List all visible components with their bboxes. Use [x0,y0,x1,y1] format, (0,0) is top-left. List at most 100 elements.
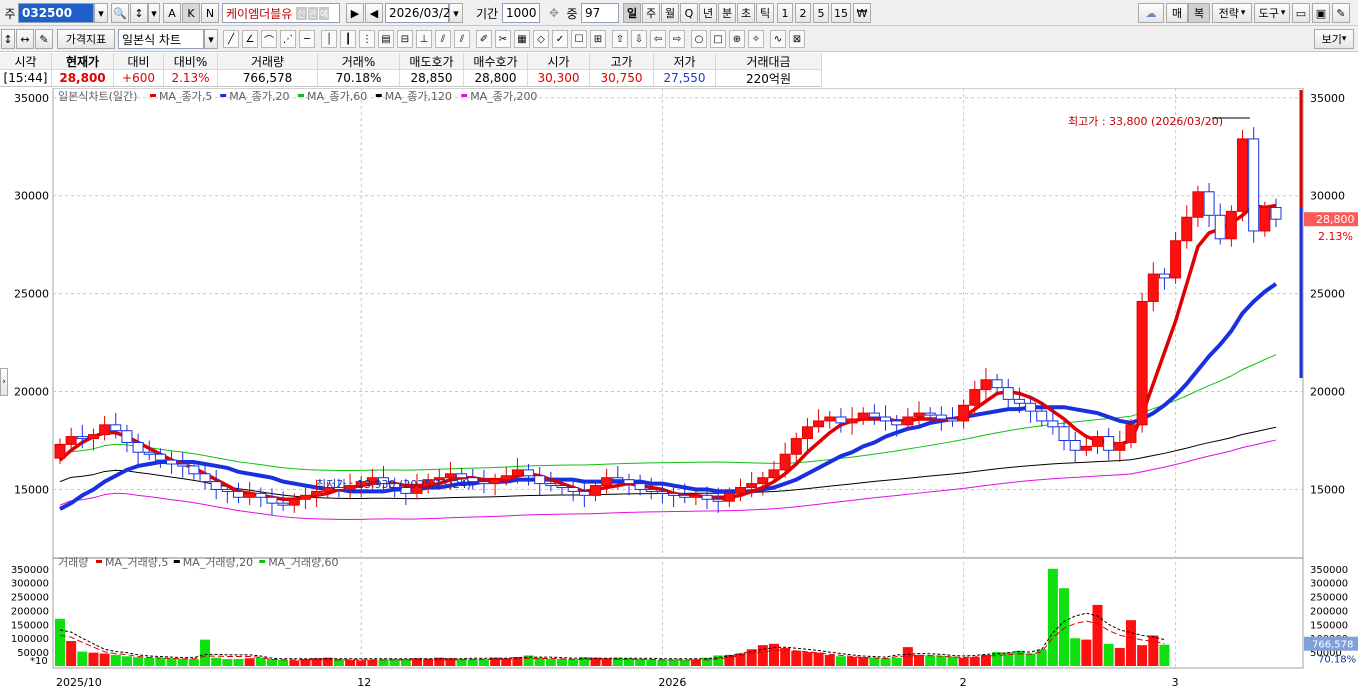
strategy-button[interactable]: 전략 ▾ [1212,3,1252,23]
fan-tool-icon[interactable]: ⋰ [280,30,296,48]
interval-tab-1[interactable]: 1 [777,3,793,23]
search-icon[interactable]: 🔍 [111,3,129,23]
magnifier-tool-icon[interactable]: ⊕ [729,30,745,48]
quote-header-volume: 거래량 [218,53,318,70]
down-tool-icon[interactable]: ⇩ [631,30,647,48]
interval-tab-second[interactable]: 초 [737,3,755,23]
frame-tool-icon[interactable]: ⊞ [590,30,606,48]
sort-dropdown-icon[interactable]: ▾ [148,3,160,23]
square-tool-icon[interactable]: □ [710,30,726,48]
chart-type-dropdown-icon[interactable]: ▾ [204,29,218,49]
right-tool-icon[interactable]: ⇨ [669,30,685,48]
rect-tool-icon[interactable]: ☐ [571,30,587,48]
interval-tab-2[interactable]: 2 [795,3,811,23]
quote-value-high: 30,750 [590,70,654,87]
angle-tool-icon[interactable]: ∠ [242,30,258,48]
volume-bar [356,660,367,666]
interval-tab-week[interactable]: 주 [642,3,660,23]
volume-bar [1148,635,1159,666]
box-tool-icon[interactable]: ⊟ [397,30,413,48]
up-tool-icon[interactable]: ⇧ [612,30,628,48]
candle-body [1025,402,1037,412]
zoom-input[interactable]: 97 [581,3,619,23]
view-button[interactable]: 보기 ▾ [1314,29,1354,49]
stock-code-input[interactable]: 032500 [18,3,94,23]
candle-body [143,451,155,455]
price-indicator-button[interactable]: 가격지표 [57,29,115,49]
hline-tool-icon[interactable]: ─ [299,30,315,48]
parallel2-tool-icon[interactable]: ⫽ [454,30,470,48]
mode-n-button[interactable]: N [201,3,219,23]
check-tool-icon[interactable]: ✓ [552,30,568,48]
clear-tool-icon[interactable]: ⊠ [789,30,805,48]
candle-body [824,416,836,422]
arc-tool-icon[interactable]: ⌒ [261,30,277,48]
circle-tool-icon[interactable]: ○ [691,30,707,48]
horizontal-arrows-icon[interactable]: ↔ [16,29,34,49]
interval-tab-month[interactable]: 월 [661,3,679,23]
interval-tab-15[interactable]: 15 [831,3,851,23]
save-icon[interactable]: ▣ [1312,3,1330,23]
candle-body [277,502,289,506]
volume-bar [847,656,858,666]
candle-body [99,424,111,436]
buy-button[interactable]: 매 [1166,3,1188,23]
pen-tool-icon[interactable]: ✐ [476,30,492,48]
candle-body [790,438,802,455]
quote-header-time: 시각 [0,53,52,70]
stock-chart[interactable]: 1500020000250003000035000500001000001500… [0,87,1358,692]
play-prev-icon[interactable]: ◀ [365,3,383,23]
volume-bar [1070,638,1081,666]
volume-bar [568,659,579,666]
left-tool-icon[interactable]: ⇦ [650,30,666,48]
mode-k-button[interactable]: K [182,3,200,23]
fibo-tool-icon[interactable]: ⋮ [359,30,375,48]
candle-body [1002,387,1014,400]
interval-tab-day[interactable]: 일 [623,3,641,23]
edit-icon[interactable]: ✎ [35,29,53,49]
wave-tool-icon[interactable]: ∿ [770,30,786,48]
wrench-icon[interactable]: ✎ [1332,3,1350,23]
cloud-icon[interactable]: ☁ [1138,3,1164,23]
cut-tool-icon[interactable]: ✂ [495,30,511,48]
tools-menu-button[interactable]: 도구 ▾ [1254,3,1290,23]
quote-header-change: 대비 [114,53,164,70]
sort-icon[interactable]: ↕ [130,3,148,23]
interval-tab-tick[interactable]: 틱 [756,3,774,23]
date-dropdown-icon[interactable]: ▾ [449,3,463,23]
left-panel-toggle-icon[interactable]: › [0,368,8,396]
vertical-arrows-icon[interactable]: ↕ [1,29,15,49]
candle-body [891,420,903,426]
diamond-tool-icon[interactable]: ◇ [533,30,549,48]
chart-type-select[interactable]: 일본식 차트 [118,29,204,49]
grid-tool-icon[interactable]: ▤ [378,30,394,48]
vline-tool-icon[interactable]: │ [321,30,337,48]
trendline-tool-icon[interactable]: ╱ [223,30,239,48]
interval-tab-quarter[interactable]: Q [680,3,698,23]
date-input[interactable]: 2026/03/24 [385,3,458,23]
play-next-icon[interactable]: ▶ [346,3,364,23]
baseline-tool-icon[interactable]: ⊥ [416,30,432,48]
period-input[interactable]: 1000 [502,3,540,23]
interval-tab-5[interactable]: 5 [813,3,829,23]
candle-body [880,416,892,422]
zoom-icon[interactable]: ✥ [545,3,563,23]
interval-tab-year[interactable]: 년 [699,3,717,23]
candle-body [746,483,758,489]
channel-tool-icon[interactable]: ┃ [340,30,356,48]
candle-body [255,492,267,498]
interval-tab-won[interactable]: ₩ [853,3,871,23]
candle-body [545,483,557,487]
candle-body [177,463,189,467]
candle-body [199,473,211,483]
volume-tick-label-right: 150000 [1310,620,1348,631]
interval-tab-minute[interactable]: 분 [718,3,736,23]
code-dropdown-icon[interactable]: ▾ [94,3,108,23]
folder-icon[interactable]: ▭ [1292,3,1310,23]
palette-tool-icon[interactable]: ▦ [514,30,530,48]
volume-bar [958,657,969,666]
star-tool-icon[interactable]: ✧ [748,30,764,48]
parallel-tool-icon[interactable]: ⫽ [435,30,451,48]
compound-button[interactable]: 복 [1188,3,1210,23]
mode-a-button[interactable]: A [163,3,181,23]
